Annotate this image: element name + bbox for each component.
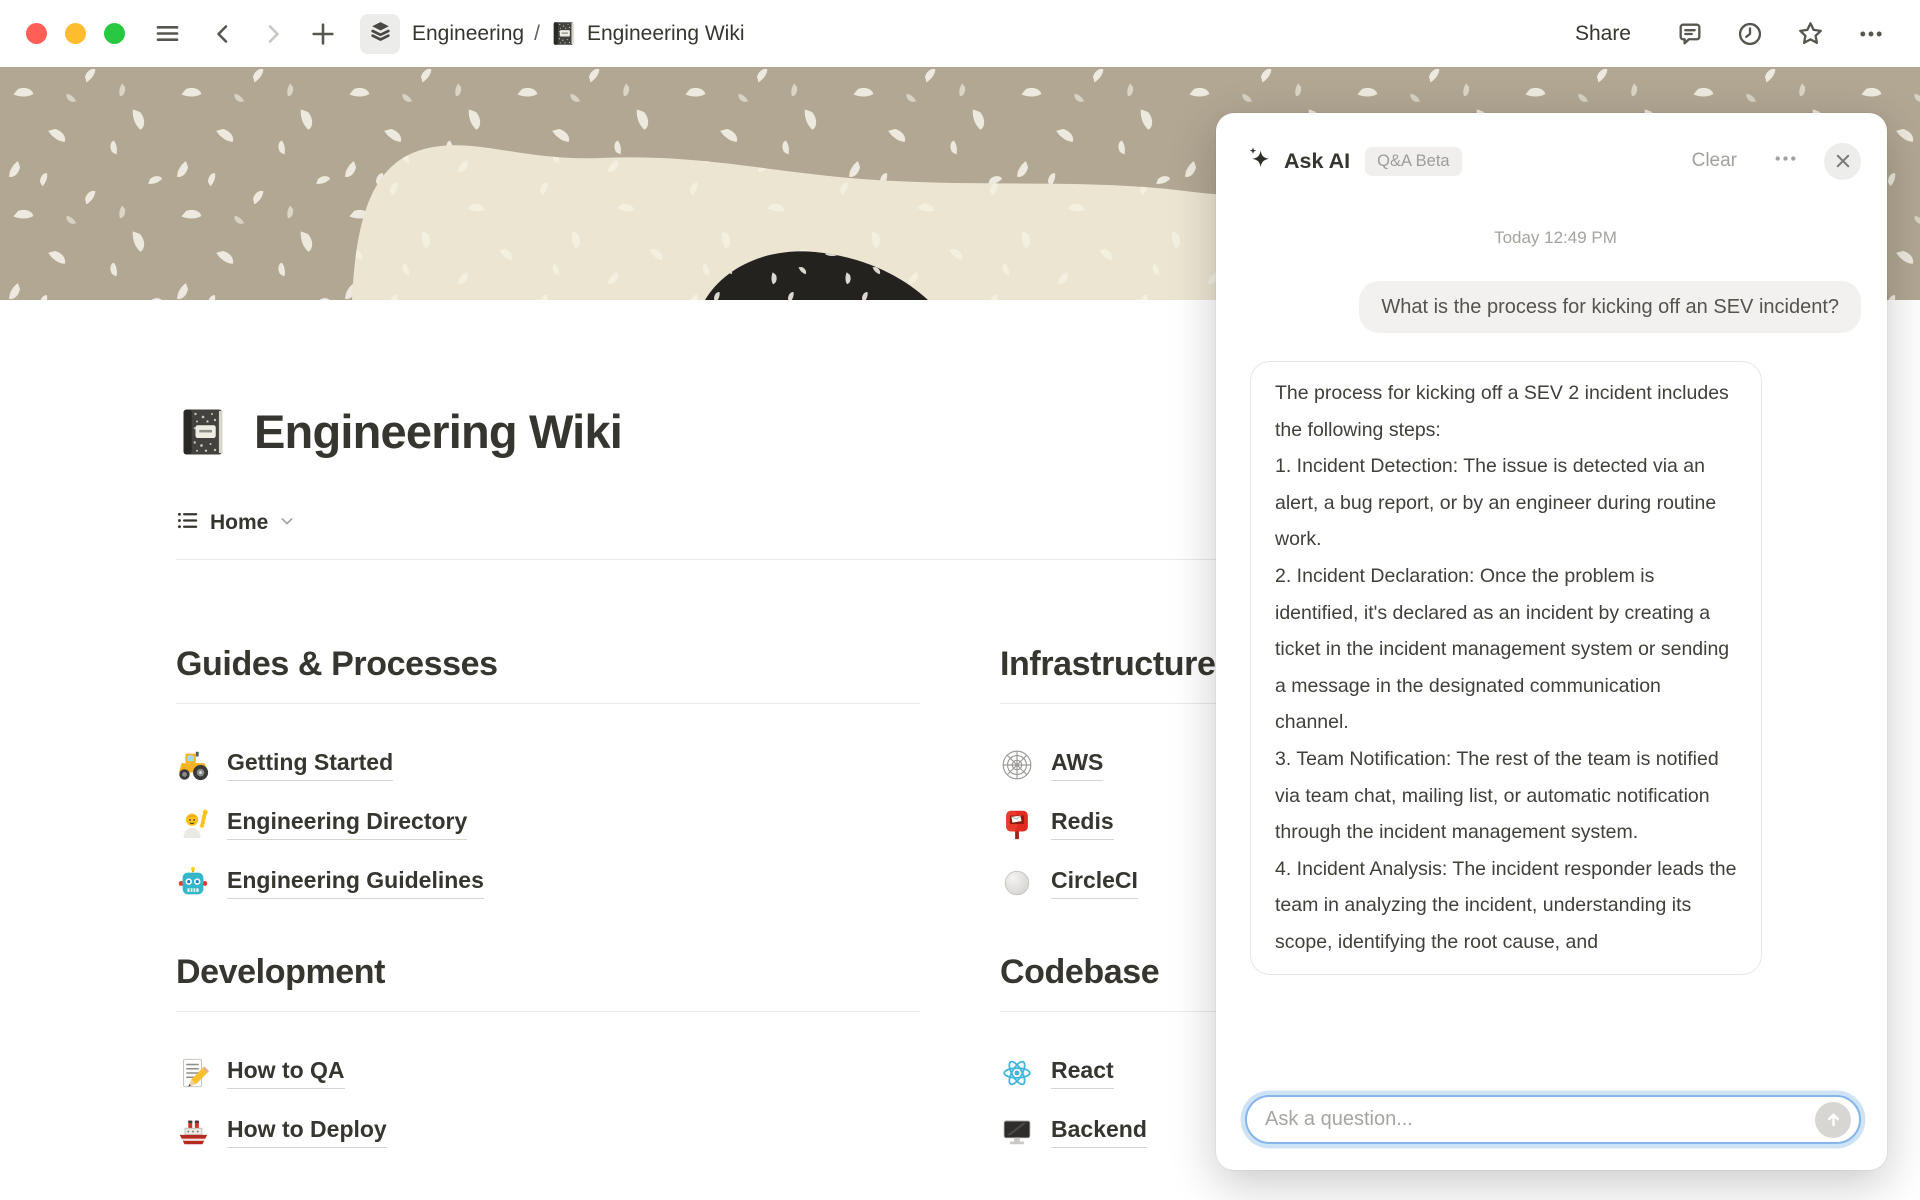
- clear-button[interactable]: Clear: [1686, 146, 1743, 176]
- conversation-timestamp: Today 12:49 PM: [1250, 228, 1861, 248]
- page-link-label: Engineering Guidelines: [227, 867, 484, 899]
- star-icon: [1796, 19, 1825, 48]
- section-development: Development How to QA: [176, 953, 920, 1153]
- ask-ai-title: Ask AI: [1284, 149, 1350, 174]
- page-link-label: Engineering Directory: [227, 808, 467, 840]
- breadcrumb: Engineering / Engineering Wiki: [412, 20, 745, 47]
- page-link-label: Backend: [1051, 1116, 1147, 1148]
- plus-icon: [309, 20, 337, 48]
- robot-icon: [176, 866, 210, 900]
- page-link-label: How to Deploy: [227, 1116, 387, 1148]
- section-divider: [176, 1011, 920, 1012]
- notebook-icon[interactable]: [176, 405, 230, 459]
- page-link-label: AWS: [1051, 749, 1103, 781]
- react-icon: [1000, 1056, 1034, 1090]
- page-link-label: Redis: [1051, 808, 1114, 840]
- memo-icon: [176, 1056, 210, 1090]
- person-raising-hand-icon: [176, 807, 210, 841]
- chevron-left-icon: [211, 21, 235, 47]
- ask-question-input[interactable]: [1265, 1108, 1815, 1131]
- toolbar-right-group: Share: [1575, 14, 1894, 54]
- desktop-computer-icon: [1000, 1115, 1034, 1149]
- bulleted-list-icon: [176, 509, 199, 537]
- section-divider: [176, 703, 920, 704]
- minimize-window-button[interactable]: [65, 23, 86, 44]
- breadcrumb-page[interactable]: Engineering Wiki: [587, 22, 745, 46]
- page-link-label: React: [1051, 1057, 1114, 1089]
- comments-button[interactable]: [1667, 14, 1713, 54]
- close-icon: [1834, 152, 1852, 170]
- ai-answer-bubble: The process for kicking off a SEV 2 inci…: [1250, 361, 1762, 975]
- page-link-engineering-guidelines[interactable]: Engineering Guidelines: [176, 862, 484, 904]
- breadcrumb-teamspace[interactable]: Engineering: [412, 22, 524, 46]
- close-window-button[interactable]: [26, 23, 47, 44]
- more-options-button[interactable]: [1767, 140, 1804, 182]
- breadcrumb-separator: /: [534, 22, 540, 46]
- window-toolbar: Engineering / Engineering Wiki Share: [0, 0, 1920, 67]
- hamburger-menu-icon: [154, 20, 181, 47]
- chevron-right-icon: [261, 21, 285, 47]
- close-panel-button[interactable]: [1824, 143, 1861, 180]
- comment-icon: [1676, 20, 1704, 48]
- favorite-button[interactable]: [1787, 14, 1834, 54]
- ask-question-field[interactable]: [1245, 1095, 1861, 1144]
- ellipsis-icon: [1773, 146, 1798, 171]
- notebook-icon: [550, 20, 577, 47]
- page-link-label: Getting Started: [227, 749, 393, 781]
- tab-home-label: Home: [210, 511, 268, 535]
- traffic-lights: [26, 23, 125, 44]
- page-link-label: How to QA: [227, 1057, 345, 1089]
- zoom-window-button[interactable]: [104, 23, 125, 44]
- section-guides-processes: Guides & Processes Getting Started: [176, 645, 920, 904]
- page-options-button[interactable]: [1848, 14, 1894, 54]
- share-button[interactable]: Share: [1575, 22, 1631, 46]
- ask-ai-conversation: Today 12:49 PM What is the process for k…: [1216, 182, 1887, 1087]
- page-link-label: CircleCI: [1051, 867, 1138, 899]
- user-question-bubble: What is the process for kicking off an S…: [1359, 281, 1861, 333]
- sparkle-icon: [1246, 145, 1273, 177]
- section-title: Guides & Processes: [176, 645, 920, 684]
- page-link-circleci[interactable]: CircleCI: [1000, 862, 1138, 904]
- page-link-getting-started[interactable]: Getting Started: [176, 744, 393, 786]
- send-button[interactable]: [1815, 1102, 1851, 1138]
- page-title: Engineering Wiki: [254, 404, 622, 459]
- tractor-icon: [176, 748, 210, 782]
- page-link-how-to-deploy[interactable]: How to Deploy: [176, 1111, 387, 1153]
- page-link-redis[interactable]: Redis: [1000, 803, 1114, 845]
- postbox-icon: [1000, 807, 1034, 841]
- chevron-down-icon: [279, 513, 295, 534]
- ask-ai-header: Ask AI Q&A Beta Clear: [1216, 113, 1887, 182]
- page-link-aws[interactable]: AWS: [1000, 744, 1103, 786]
- page-link-how-to-qa[interactable]: How to QA: [176, 1052, 345, 1094]
- ask-ai-panel: Ask AI Q&A Beta Clear Today 12:49 PM Wha…: [1216, 113, 1887, 1170]
- page-link-backend[interactable]: Backend: [1000, 1111, 1147, 1153]
- white-circle-icon: [1000, 866, 1034, 900]
- forward-button[interactable]: [252, 14, 294, 54]
- new-page-button[interactable]: [300, 14, 346, 54]
- qa-beta-badge: Q&A Beta: [1365, 147, 1461, 176]
- sidebar-menu-button[interactable]: [145, 14, 190, 54]
- arrow-up-icon: [1824, 1110, 1843, 1129]
- page-link-engineering-directory[interactable]: Engineering Directory: [176, 803, 467, 845]
- tab-home[interactable]: Home: [176, 509, 295, 537]
- teamspace-icon-box[interactable]: [360, 14, 400, 54]
- section-title: Development: [176, 953, 920, 992]
- page-link-react[interactable]: React: [1000, 1052, 1114, 1094]
- updates-button[interactable]: [1727, 14, 1773, 54]
- clock-icon: [1736, 20, 1764, 48]
- back-button[interactable]: [202, 14, 244, 54]
- ship-icon: [176, 1115, 210, 1149]
- spider-web-icon: [1000, 748, 1034, 782]
- column-left: Guides & Processes Getting Started: [176, 645, 920, 1153]
- layers-icon: [368, 19, 393, 49]
- ask-ai-input-area: [1216, 1087, 1887, 1170]
- ellipsis-icon: [1857, 20, 1885, 48]
